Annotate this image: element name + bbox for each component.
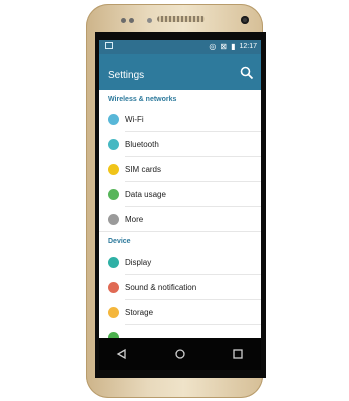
settings-item-label: Display bbox=[125, 258, 152, 267]
signal-icon: ⊠ bbox=[220, 42, 228, 51]
more-icon bbox=[108, 214, 119, 225]
sensor-dot-icon bbox=[129, 18, 134, 23]
front-camera-icon bbox=[241, 16, 249, 24]
app-bar: Settings bbox=[99, 54, 261, 90]
divider bbox=[125, 131, 261, 132]
sensor-dot-icon bbox=[121, 18, 126, 23]
bluetooth-icon bbox=[108, 139, 119, 150]
wifi-icon bbox=[108, 114, 119, 125]
settings-item-sound-notification[interactable]: Sound & notification bbox=[99, 276, 261, 300]
storage-icon bbox=[108, 307, 119, 318]
battery-icon: ▮ bbox=[231, 42, 236, 51]
display-icon bbox=[108, 257, 119, 268]
settings-item-wifi[interactable]: Wi-Fi bbox=[99, 108, 261, 132]
settings-item-display[interactable]: Display bbox=[99, 251, 261, 275]
back-icon[interactable] bbox=[116, 348, 128, 360]
status-time: 12:17 bbox=[239, 43, 257, 50]
divider bbox=[125, 206, 261, 207]
sim-card-icon bbox=[108, 164, 119, 175]
settings-item-partial[interactable] bbox=[99, 326, 261, 338]
status-icons: ◎ ⊠ ▮ 12:17 bbox=[209, 42, 257, 51]
section-header-wireless: Wireless & networks bbox=[108, 96, 177, 103]
earpiece-speaker bbox=[157, 16, 205, 22]
notification-image-icon bbox=[105, 42, 113, 49]
settings-screen: ◎ ⊠ ▮ 12:17 Settings Wireless & networks… bbox=[99, 40, 261, 338]
settings-item-label: More bbox=[125, 215, 144, 224]
vibrate-icon: ◎ bbox=[209, 42, 217, 51]
settings-item-storage[interactable]: Storage bbox=[99, 301, 261, 325]
divider bbox=[99, 231, 261, 232]
settings-item-data-usage[interactable]: Data usage bbox=[99, 183, 261, 207]
status-bar: ◎ ⊠ ▮ 12:17 bbox=[99, 40, 261, 54]
recents-icon[interactable] bbox=[232, 348, 244, 360]
settings-item-sim-cards[interactable]: SIM cards bbox=[99, 158, 261, 182]
settings-item-more[interactable]: More bbox=[99, 208, 261, 232]
home-icon[interactable] bbox=[174, 348, 186, 360]
divider bbox=[125, 181, 261, 182]
divider bbox=[125, 274, 261, 275]
settings-item-bluetooth[interactable]: Bluetooth bbox=[99, 133, 261, 157]
settings-item-label: Wi-Fi bbox=[125, 115, 144, 124]
divider bbox=[125, 324, 261, 325]
sensor-dot-icon bbox=[147, 18, 152, 23]
divider bbox=[125, 299, 261, 300]
divider bbox=[125, 156, 261, 157]
section-header-device: Device bbox=[108, 238, 131, 245]
settings-item-label: Data usage bbox=[125, 190, 166, 199]
settings-item-label: SIM cards bbox=[125, 165, 162, 174]
page-title: Settings bbox=[108, 70, 145, 81]
settings-item-label: Bluetooth bbox=[125, 140, 159, 149]
settings-item-label: Sound & notification bbox=[125, 283, 197, 292]
settings-item-label: Storage bbox=[125, 308, 154, 317]
navigation-bar bbox=[99, 338, 261, 370]
search-icon[interactable] bbox=[239, 65, 255, 81]
sound-icon bbox=[108, 282, 119, 293]
data-usage-icon bbox=[108, 189, 119, 200]
